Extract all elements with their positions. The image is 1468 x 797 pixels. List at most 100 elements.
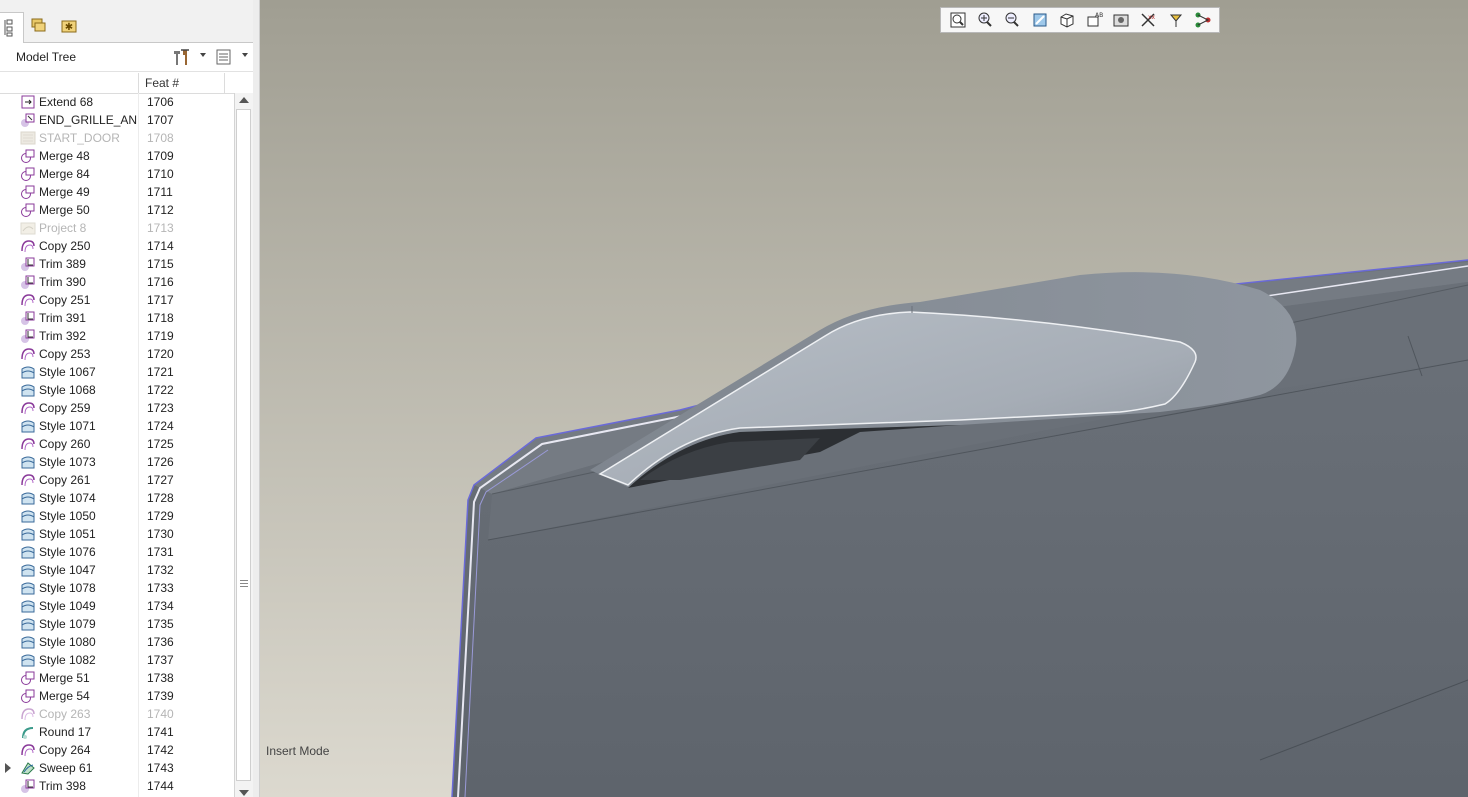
navigator-tabs: ✱	[0, 0, 253, 43]
tree-row[interactable]: Merge 51 1738	[0, 669, 234, 687]
feature-number: 1714	[147, 239, 174, 253]
folders-icon	[31, 18, 46, 32]
feature-name: END_GRILLE_AN	[39, 113, 138, 127]
show-columns-button[interactable]	[214, 47, 236, 67]
tree-row[interactable]: Trim 391 1718	[0, 309, 234, 327]
tree-row[interactable]: Style 1073 1726	[0, 453, 234, 471]
show-columns-dropdown-icon[interactable]	[242, 53, 248, 57]
tree-row[interactable]: Round 17 1741	[0, 723, 234, 741]
tree-row[interactable]: Style 1047 1732	[0, 561, 234, 579]
tree-row[interactable]: Trim 392 1719	[0, 327, 234, 345]
feature-name: START_DOOR	[39, 131, 120, 145]
style-feature-icon	[21, 600, 35, 613]
tree-row[interactable]: Copy 253 1720	[0, 345, 234, 363]
feature-number: 1720	[147, 347, 174, 361]
tree-row[interactable]: Style 1076 1731	[0, 543, 234, 561]
display-style-button[interactable]	[1110, 10, 1132, 30]
feature-number: 1729	[147, 509, 174, 523]
zoom-in-button[interactable]	[974, 10, 996, 30]
favorites-tab[interactable]: ✱	[56, 12, 82, 40]
tree-row[interactable]: START_DOOR 1708	[0, 129, 234, 147]
tree-row[interactable]: Style 1067 1721	[0, 363, 234, 381]
saved-orientations-button[interactable]	[1056, 10, 1078, 30]
feature-name: Style 1078	[39, 581, 96, 595]
style-feature-icon	[21, 528, 35, 541]
tree-row[interactable]: Copy 259 1723	[0, 399, 234, 417]
feature-name: Merge 84	[39, 167, 90, 181]
tree-settings-button[interactable]	[170, 47, 192, 67]
tree-row[interactable]: Copy 263 1740	[0, 705, 234, 723]
graphics-window[interactable]: AB xx Insert Mode	[260, 0, 1468, 797]
scroll-grip-icon	[240, 580, 248, 590]
expand-icon[interactable]	[5, 763, 11, 773]
feature-number: 1738	[147, 671, 174, 685]
tree-row[interactable]: Style 1050 1729	[0, 507, 234, 525]
merge-feature-icon	[21, 671, 35, 685]
scroll-down-icon[interactable]	[239, 790, 249, 796]
scroll-thumb[interactable]	[236, 109, 251, 781]
tree-row[interactable]: Copy 261 1727	[0, 471, 234, 489]
style-feature-icon	[21, 366, 35, 379]
tree-row[interactable]: Trim 390 1716	[0, 273, 234, 291]
tree-row[interactable]: Style 1074 1728	[0, 489, 234, 507]
tree-scrollbar[interactable]	[234, 93, 253, 797]
refit-button[interactable]	[947, 10, 969, 30]
tree-row[interactable]: Style 1080 1736	[0, 633, 234, 651]
feature-number: 1719	[147, 329, 174, 343]
copy-feature-icon	[21, 240, 35, 253]
tree-row[interactable]: Copy 250 1714	[0, 237, 234, 255]
model-scene[interactable]	[260, 0, 1468, 797]
feature-name: Style 1071	[39, 419, 96, 433]
feature-number: 1726	[147, 455, 174, 469]
copy-feature-icon	[21, 474, 35, 487]
tree-row[interactable]: END_GRILLE_AN 1707	[0, 111, 234, 129]
tree-row[interactable]: Style 1082 1737	[0, 651, 234, 669]
tree-row[interactable]: Style 1051 1730	[0, 525, 234, 543]
tree-row[interactable]: Copy 251 1717	[0, 291, 234, 309]
svg-text:AB: AB	[1095, 12, 1103, 19]
annotation-display-button[interactable]	[1165, 10, 1187, 30]
zoom-out-button[interactable]	[1001, 10, 1023, 30]
tree-row[interactable]: Merge 84 1710	[0, 165, 234, 183]
feature-name: Style 1073	[39, 455, 96, 469]
style-feature-icon	[21, 564, 35, 577]
feature-number: 1724	[147, 419, 174, 433]
model-tree-tab[interactable]	[0, 12, 24, 43]
tree-row[interactable]: Style 1068 1722	[0, 381, 234, 399]
scroll-up-icon[interactable]	[239, 97, 249, 103]
tree-row[interactable]: Style 1071 1724	[0, 417, 234, 435]
zoom-in-icon	[978, 12, 992, 27]
tree-row[interactable]: Trim 389 1715	[0, 255, 234, 273]
panel-splitter[interactable]	[253, 0, 260, 797]
feature-number: 1727	[147, 473, 174, 487]
tree-row[interactable]: Copy 260 1725	[0, 435, 234, 453]
tree-row[interactable]: Trim 398 1744	[0, 777, 234, 795]
tree-row[interactable]: Merge 48 1709	[0, 147, 234, 165]
feature-name: Copy 261	[39, 473, 91, 487]
tree-row[interactable]: Extend 68 1706	[0, 93, 234, 111]
merge-feature-icon	[21, 203, 35, 217]
datum-display-button[interactable]: xx	[1137, 10, 1159, 30]
tree-row[interactable]: Sweep 61 1743	[0, 759, 234, 777]
feature-number: 1713	[147, 221, 174, 235]
spin-center-button[interactable]	[1192, 10, 1214, 30]
copy-feature-icon	[21, 402, 35, 415]
tree-row[interactable]: Project 8 1713	[0, 219, 234, 237]
tree-row[interactable]: Style 1049 1734	[0, 597, 234, 615]
tree-row[interactable]: Merge 49 1711	[0, 183, 234, 201]
tree-settings-dropdown-icon[interactable]	[200, 53, 206, 57]
feature-number: 1743	[147, 761, 174, 775]
feature-name: Merge 49	[39, 185, 90, 199]
tree-row[interactable]: Style 1078 1733	[0, 579, 234, 597]
repaint-button[interactable]	[1029, 10, 1051, 30]
sweep-feature-icon	[21, 762, 35, 775]
tree-row[interactable]: Merge 54 1739	[0, 687, 234, 705]
tree-row[interactable]: Style 1079 1735	[0, 615, 234, 633]
model-tree-header: Model Tree	[0, 43, 253, 72]
column-feat-number[interactable]: Feat #	[145, 76, 179, 90]
feature-number: 1732	[147, 563, 174, 577]
tree-row[interactable]: Merge 50 1712	[0, 201, 234, 219]
tree-row[interactable]: Copy 264 1742	[0, 741, 234, 759]
view-manager-button[interactable]: AB	[1083, 10, 1105, 30]
folder-browser-tab[interactable]	[26, 12, 52, 40]
